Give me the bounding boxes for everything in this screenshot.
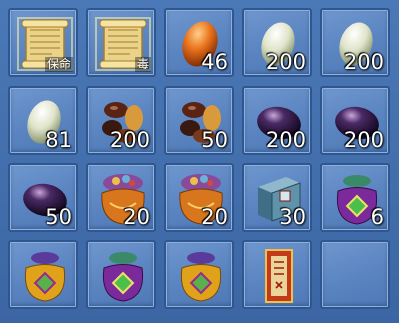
inventory-slot[interactable]: 20 [86,163,156,232]
inventory-slot-empty[interactable] [320,240,390,309]
item-count: 46 [201,50,228,74]
talisman-icon [248,246,310,306]
inventory-slot[interactable]: 20 [164,163,234,232]
inventory-slot[interactable]: 30 [242,163,312,232]
inventory-grid: 保命 毒 46 200 200 81 200 50 200 200 50 20 … [0,0,399,323]
inventory-slot[interactable]: 200 [320,8,390,77]
inventory-slot[interactable]: 50 [8,163,78,232]
item-count: 20 [123,205,150,229]
inventory-slot[interactable]: 200 [242,86,312,155]
inventory-slot[interactable]: 46 [164,8,234,77]
item-count: 6 [370,205,384,229]
inventory-slot[interactable]: 200 [86,86,156,155]
inventory-slot[interactable]: 保命 [8,8,78,77]
item-count: 200 [109,128,150,152]
inventory-slot[interactable]: 81 [8,86,78,155]
purple-pouch-icon [92,246,154,306]
inventory-slot[interactable] [8,240,78,309]
inventory-slot[interactable] [164,240,234,309]
gold-pouch-icon [14,246,76,306]
inventory-slot[interactable]: 200 [320,86,390,155]
item-count: 50 [201,128,228,152]
item-count: 81 [45,128,72,152]
item-count: 50 [45,205,72,229]
inventory-slot[interactable]: 毒 [86,8,156,77]
item-count: 200 [343,50,384,74]
inventory-slot[interactable]: 6 [320,163,390,232]
item-count: 30 [279,205,306,229]
inventory-slot[interactable]: 200 [242,8,312,77]
item-count: 200 [265,50,306,74]
inventory-slot[interactable]: 50 [164,86,234,155]
item-tag: 保命 [44,57,73,72]
item-count: 200 [265,128,306,152]
item-count: 20 [201,205,228,229]
item-count: 200 [343,128,384,152]
item-tag: 毒 [134,57,151,72]
inventory-slot[interactable] [242,240,312,309]
inventory-slot[interactable] [86,240,156,309]
gold-pouch-icon [170,246,232,306]
